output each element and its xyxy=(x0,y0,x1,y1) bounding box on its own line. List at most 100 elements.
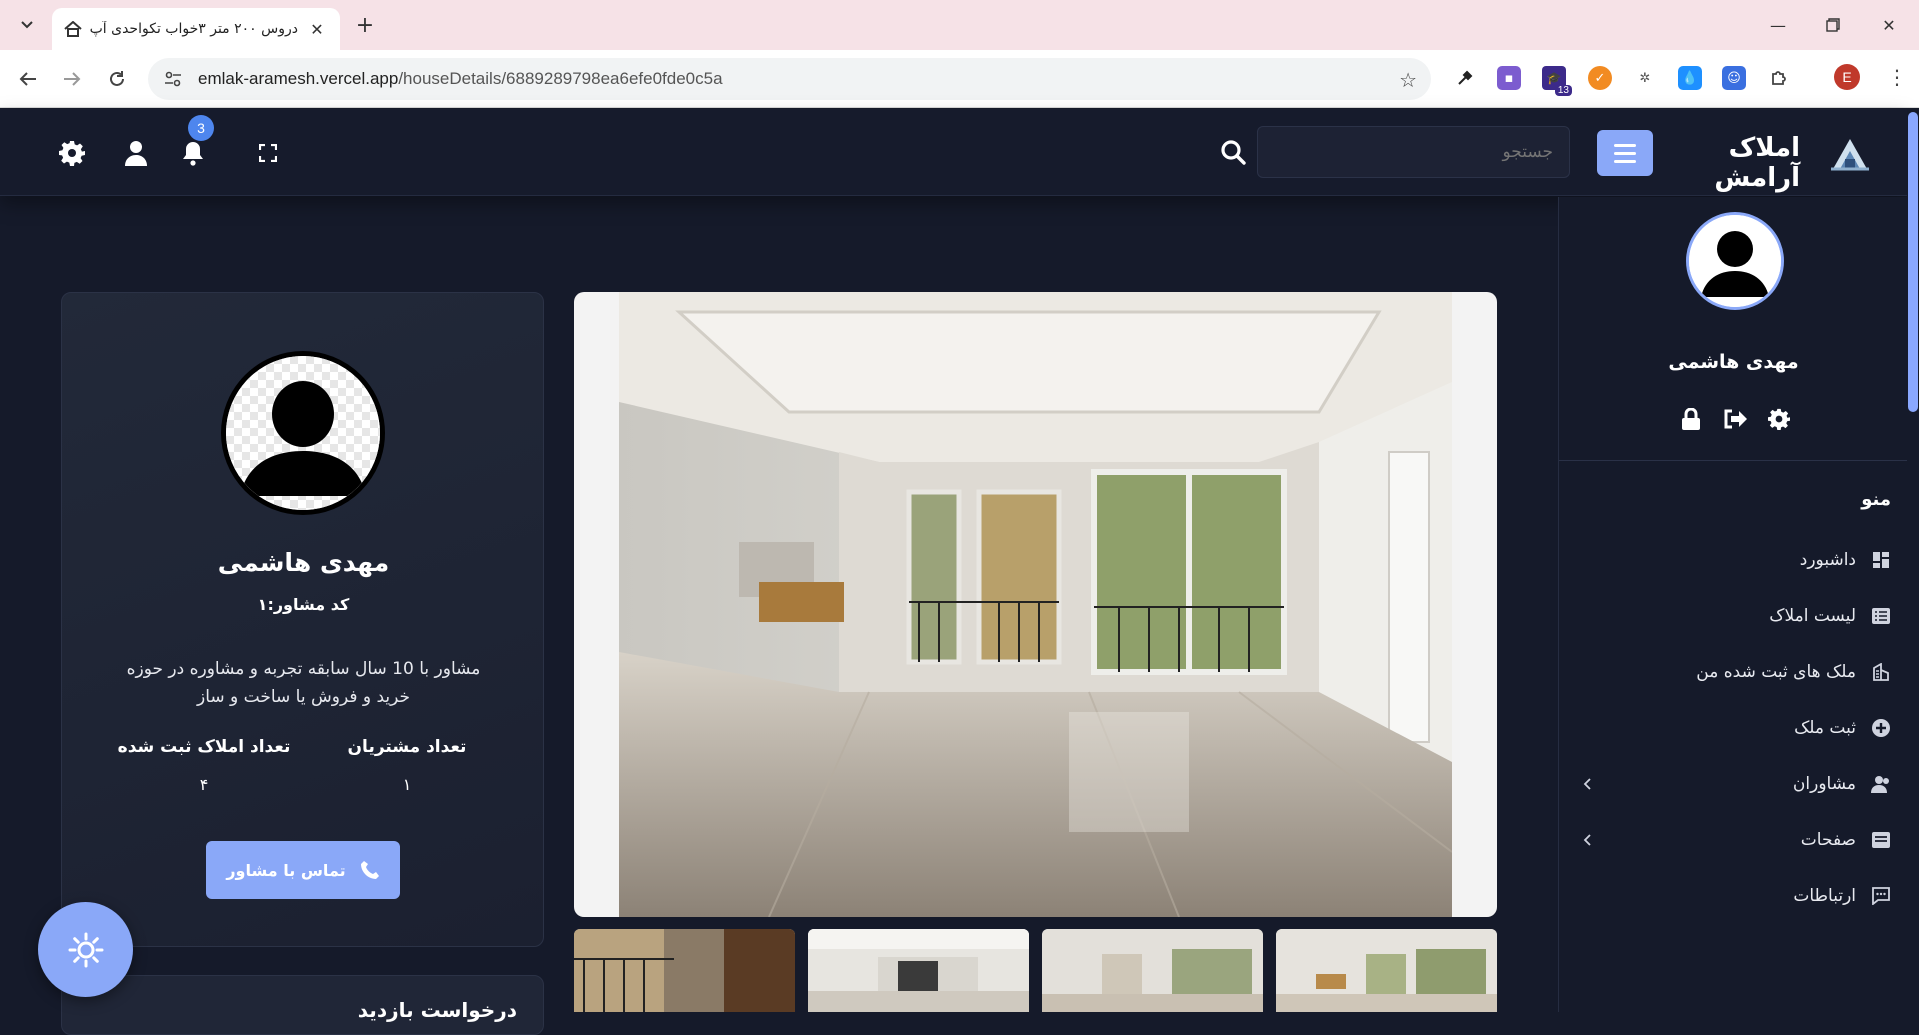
theme-toggle-button[interactable] xyxy=(38,902,133,997)
sun-icon xyxy=(68,932,103,967)
robot-extension-icon[interactable]: ☺ xyxy=(1722,66,1746,90)
sidebar-item-my-properties[interactable]: ملک های ثبت شده من xyxy=(1559,652,1908,692)
graduation-extension-icon[interactable]: 🎓 13 xyxy=(1542,66,1572,96)
users-icon xyxy=(1870,773,1892,795)
arrow-right-icon xyxy=(64,72,81,86)
tab-title: دروس ۲۰۰ متر ۳خواب تکواحدی آپ xyxy=(90,21,298,37)
sidebar-item-dashboard[interactable]: داشبورد xyxy=(1559,540,1908,580)
menu-toggle-button[interactable] xyxy=(1597,130,1653,176)
extension-badge: 13 xyxy=(1554,85,1572,96)
site-info-icon[interactable] xyxy=(162,68,184,90)
bug-extension-icon[interactable]: ✲ xyxy=(1633,66,1657,90)
restore-button[interactable] xyxy=(1818,10,1848,40)
sidebar-item-communications[interactable]: ارتباطات xyxy=(1559,876,1908,916)
property-main-photo xyxy=(619,292,1452,917)
app-root: املاک آرامش 3 مهدی هاشمی xyxy=(0,109,1908,1035)
agent-card: مهدی هاشمی کد مشاور:۱ مشاور با 10 سال سا… xyxy=(61,292,544,947)
sidebar-item-label: داشبورد xyxy=(1799,550,1856,570)
chat-icon xyxy=(1870,885,1892,907)
url-text: emlak-aramesh.vercel.app/houseDetails/68… xyxy=(198,69,723,89)
brand-logo-icon[interactable] xyxy=(1829,133,1871,173)
agent-code: کد مشاور:۱ xyxy=(257,595,350,614)
sidebar-item-agents[interactable]: مشاوران xyxy=(1559,764,1908,804)
browser-menu-icon[interactable]: ⋮ xyxy=(1884,64,1910,90)
sidebar-item-label: ملک های ثبت شده من xyxy=(1696,662,1856,682)
drop-extension-icon[interactable]: 💧 xyxy=(1678,66,1702,90)
property-photo-viewer[interactable] xyxy=(574,292,1497,917)
sidebar-user-actions xyxy=(1677,405,1793,433)
plus-circle-icon xyxy=(1870,717,1892,739)
new-tab-button[interactable]: + xyxy=(352,12,378,38)
search-icon[interactable] xyxy=(1216,135,1250,169)
gallery-thumbnail[interactable] xyxy=(808,929,1029,1012)
stat-value: ۱ xyxy=(402,775,412,794)
site-favicon-icon xyxy=(64,20,82,38)
settings-gear-icon[interactable] xyxy=(1765,405,1793,433)
contact-agent-label: تماس با مشاور xyxy=(226,860,346,880)
sidebar-item-label: ثبت ملک xyxy=(1794,718,1856,738)
sidebar-item-label: لیست املاک xyxy=(1769,606,1856,626)
arrow-left-icon xyxy=(19,72,36,86)
lock-icon[interactable] xyxy=(1677,405,1705,433)
sidebar-item-label: ارتباطات xyxy=(1793,886,1856,906)
bookmark-star-icon[interactable]: ☆ xyxy=(1399,68,1417,92)
browser-tab-active[interactable]: دروس ۲۰۰ متر ۳خواب تکواحدی آپ ✕ xyxy=(52,8,340,50)
notification-badge: 3 xyxy=(188,115,214,141)
eyedropper-extension-icon[interactable] xyxy=(1453,66,1477,90)
chevron-down-icon xyxy=(21,21,33,29)
sidebar-divider xyxy=(1559,460,1908,461)
pages-icon xyxy=(1870,829,1892,851)
agent-bio: مشاور با 10 سال سابقه تجربه و مشاوره در … xyxy=(126,659,481,707)
user-icon[interactable] xyxy=(118,135,154,171)
tab-search-button[interactable] xyxy=(14,12,40,38)
reload-icon xyxy=(110,71,124,86)
sidebar-avatar[interactable] xyxy=(1686,212,1784,310)
close-window-button[interactable]: ✕ xyxy=(1874,10,1904,40)
stat-properties: تعداد املاک ثبت شده ۴ xyxy=(114,737,294,794)
sidebar-item-pages[interactable]: صفحات xyxy=(1559,820,1908,860)
visit-request-card: درخواست بازدید xyxy=(61,975,544,1035)
restore-icon xyxy=(1826,18,1840,32)
chevron-left-icon xyxy=(1577,830,1597,850)
dashboard-icon xyxy=(1870,549,1892,571)
forward-button[interactable] xyxy=(58,65,86,93)
orange-extension-icon[interactable]: ✓ xyxy=(1588,66,1612,90)
settings-gear-icon[interactable] xyxy=(54,135,90,171)
sidebar-item-add-property[interactable]: ثبت ملک xyxy=(1559,708,1908,748)
brand-name[interactable]: املاک آرامش xyxy=(1640,133,1800,193)
tab-close-icon[interactable]: ✕ xyxy=(306,18,328,40)
minimize-button[interactable]: — xyxy=(1763,10,1793,40)
back-button[interactable] xyxy=(14,65,42,93)
stat-value: ۴ xyxy=(199,775,209,794)
gallery-thumbnail[interactable] xyxy=(574,929,795,1012)
fullscreen-icon[interactable] xyxy=(250,135,286,171)
gallery-thumbnail[interactable] xyxy=(1276,929,1497,1012)
address-bar[interactable]: emlak-aramesh.vercel.app/houseDetails/68… xyxy=(148,58,1431,100)
agent-avatar xyxy=(221,351,385,515)
sidebar: مهدی هاشمی منو داشبورد لیست املاک ملک ها… xyxy=(1558,197,1908,1012)
contact-agent-button[interactable]: تماس با مشاور xyxy=(206,841,400,899)
page-scrollbar-thumb[interactable] xyxy=(1908,112,1918,412)
agent-name: مهدی هاشمی xyxy=(217,548,390,577)
profile-avatar[interactable]: E xyxy=(1834,64,1860,90)
stat-label: تعداد مشتریان xyxy=(347,737,467,757)
search-input[interactable] xyxy=(1257,126,1570,178)
purple-extension-icon[interactable]: ▪ xyxy=(1497,66,1521,90)
sidebar-item-label: مشاوران xyxy=(1792,774,1856,794)
logout-icon[interactable] xyxy=(1721,405,1749,433)
building-icon xyxy=(1870,661,1892,683)
visit-request-title: درخواست بازدید xyxy=(357,998,517,1022)
browser-toolbar: emlak-aramesh.vercel.app/houseDetails/68… xyxy=(0,50,1919,108)
sidebar-item-property-list[interactable]: لیست املاک xyxy=(1559,596,1908,636)
stat-label: تعداد املاک ثبت شده xyxy=(117,737,291,757)
url-host: emlak-aramesh.vercel.app xyxy=(198,69,399,88)
notifications-bell-icon[interactable] xyxy=(175,135,211,171)
chevron-left-icon xyxy=(1577,774,1597,794)
reload-button[interactable] xyxy=(103,65,131,93)
gallery-thumbnail[interactable] xyxy=(1042,929,1263,1012)
extensions-puzzle-icon[interactable] xyxy=(1767,66,1791,90)
sidebar-item-label: صفحات xyxy=(1800,830,1856,850)
app-header: املاک آرامش 3 xyxy=(0,109,1907,196)
list-icon xyxy=(1870,605,1892,627)
phone-icon xyxy=(360,861,379,879)
